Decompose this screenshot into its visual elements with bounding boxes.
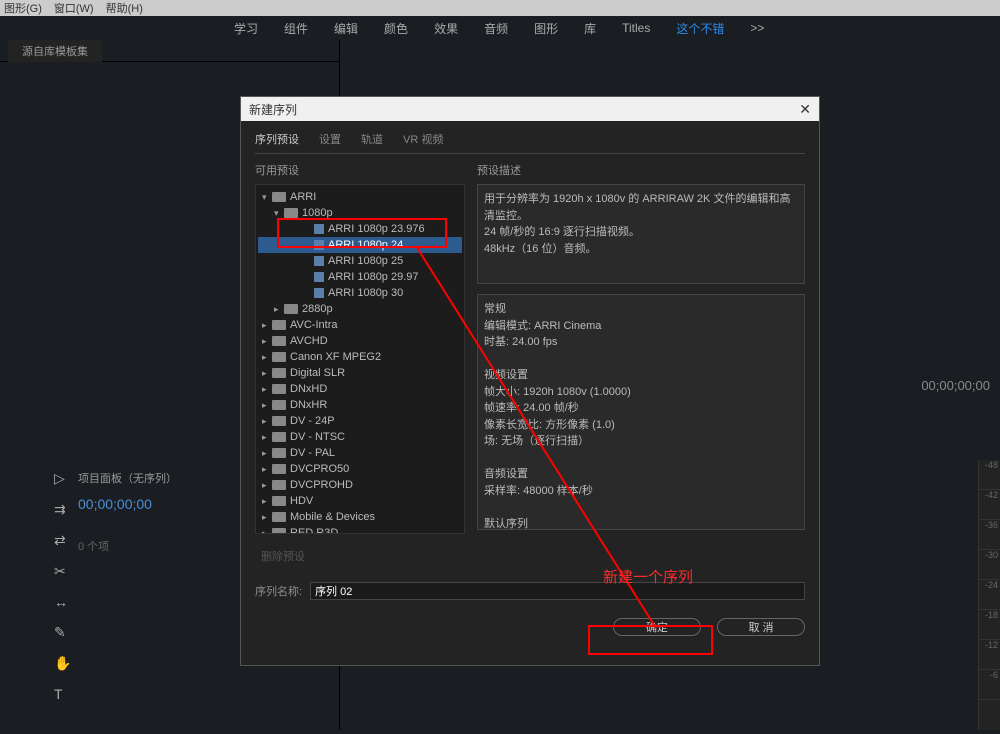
folder-icon: [272, 384, 286, 394]
program-timecode: 00;00;00;00: [921, 378, 990, 393]
tab-vr[interactable]: VR 视频: [403, 131, 443, 147]
tab-presets[interactable]: 序列预设: [255, 131, 299, 147]
slip-tool-icon[interactable]: ↔: [54, 594, 71, 610]
delete-preset-button[interactable]: 删除预设: [255, 548, 465, 564]
folder-icon: [272, 320, 286, 330]
sequence-name-input[interactable]: [310, 582, 805, 600]
tree-preset[interactable]: ARRI 1080p 25: [258, 253, 462, 269]
audio-meter: -48 -42 -36 -30 -24 -18 -12 -6: [978, 460, 1000, 730]
app-menubar[interactable]: 图形(G) 窗口(W) 帮助(H): [0, 0, 1000, 16]
tab-tracks[interactable]: 轨道: [361, 131, 383, 147]
tree-folder-arri[interactable]: ▾ARRI: [258, 189, 462, 205]
tree-folder-2880p[interactable]: ▸2880p: [258, 301, 462, 317]
tab-more[interactable]: >>: [750, 21, 764, 35]
dialog-titlebar[interactable]: 新建序列 ✕: [241, 97, 819, 121]
hand-tool-icon[interactable]: ✋: [54, 655, 71, 672]
project-item-count: 0 个项: [78, 538, 177, 554]
tree-folder[interactable]: ▸DV - PAL: [258, 445, 462, 461]
tab-titles[interactable]: Titles: [622, 21, 650, 35]
folder-icon: [272, 448, 286, 458]
preset-icon: [314, 240, 324, 250]
workspace-tabs: 学习 组件 编辑 颜色 效果 音频 图形 库 Titles 这个不错 >>: [0, 16, 1000, 40]
folder-icon: [272, 400, 286, 410]
preset-icon: [314, 288, 324, 298]
tree-folder[interactable]: ▸RED R3D: [258, 525, 462, 534]
cancel-button[interactable]: 取 消: [717, 618, 805, 636]
tree-folder[interactable]: ▸HDV: [258, 493, 462, 509]
tree-preset-selected[interactable]: ARRI 1080p 24: [258, 237, 462, 253]
folder-icon: [272, 192, 286, 202]
folder-icon: [272, 432, 286, 442]
tree-folder[interactable]: ▸DVCPROHD: [258, 477, 462, 493]
ok-button[interactable]: 确定: [613, 618, 701, 636]
close-icon[interactable]: ✕: [799, 101, 811, 118]
project-tab[interactable]: 项目面板（无序列）: [78, 470, 177, 486]
preset-icon: [314, 256, 324, 266]
project-area: 项目面板（无序列） 00;00;00;00 0 个项: [78, 470, 177, 554]
tab-library[interactable]: 库: [584, 20, 596, 37]
timeline-timecode[interactable]: 00;00;00;00: [78, 496, 177, 512]
tab-audio[interactable]: 音频: [484, 20, 508, 37]
folder-icon: [272, 416, 286, 426]
pen-tool-icon[interactable]: ✎: [54, 624, 71, 641]
tree-preset[interactable]: ARRI 1080p 30: [258, 285, 462, 301]
sequence-name-label: 序列名称:: [255, 583, 302, 599]
tab-assembly[interactable]: 组件: [284, 20, 308, 37]
new-sequence-dialog: 新建序列 ✕ 序列预设 设置 轨道 VR 视频 可用预设 ▾ARRI ▾1080…: [240, 96, 820, 666]
folder-icon: [272, 512, 286, 522]
type-tool-icon[interactable]: T: [54, 686, 71, 702]
available-presets-label: 可用预设: [255, 162, 465, 178]
tree-folder[interactable]: ▸AVCHD: [258, 333, 462, 349]
preset-icon: [314, 272, 324, 282]
folder-icon: [272, 528, 286, 534]
tab-learn[interactable]: 学习: [234, 20, 258, 37]
tree-folder[interactable]: ▸Digital SLR: [258, 365, 462, 381]
selection-tool-icon[interactable]: ▷: [54, 470, 71, 487]
dialog-title-text: 新建序列: [249, 101, 297, 118]
menu-graphics[interactable]: 图形(G): [4, 0, 42, 16]
source-tab[interactable]: 源自库模板集: [8, 40, 102, 62]
ripple-tool-icon[interactable]: ⇄: [54, 532, 71, 549]
tree-folder[interactable]: ▸DNxHR: [258, 397, 462, 413]
tree-preset[interactable]: ARRI 1080p 29.97: [258, 269, 462, 285]
tree-folder[interactable]: ▸Canon XF MPEG2: [258, 349, 462, 365]
preset-tree[interactable]: ▾ARRI ▾1080p ARRI 1080p 23.976 ARRI 1080…: [255, 184, 465, 534]
folder-icon: [272, 336, 286, 346]
menu-help[interactable]: 帮助(H): [106, 0, 143, 16]
folder-icon: [284, 304, 298, 314]
preset-details: 常规 编辑模式: ARRI Cinema 时基: 24.00 fps 视频设置 …: [477, 294, 805, 530]
folder-icon: [272, 368, 286, 378]
toolbar: ▷ ⇉ ⇄ ✂ ↔ ✎ ✋ T: [54, 470, 71, 702]
tab-settings[interactable]: 设置: [319, 131, 341, 147]
tree-folder-1080p[interactable]: ▾1080p: [258, 205, 462, 221]
folder-icon: [272, 352, 286, 362]
tree-folder[interactable]: ▸AVC-Intra: [258, 317, 462, 333]
folder-icon: [272, 480, 286, 490]
tree-folder[interactable]: ▸DV - NTSC: [258, 429, 462, 445]
tab-edit[interactable]: 编辑: [334, 20, 358, 37]
tab-custom-active[interactable]: 这个不错: [676, 20, 724, 37]
tree-preset[interactable]: ARRI 1080p 23.976: [258, 221, 462, 237]
tab-effects[interactable]: 效果: [434, 20, 458, 37]
preset-icon: [314, 224, 324, 234]
tree-folder[interactable]: ▸DVCPRO50: [258, 461, 462, 477]
tree-folder[interactable]: ▸DNxHD: [258, 381, 462, 397]
tab-color[interactable]: 颜色: [384, 20, 408, 37]
folder-icon: [272, 464, 286, 474]
folder-icon: [272, 496, 286, 506]
menu-window[interactable]: 窗口(W): [54, 0, 94, 16]
folder-icon: [284, 208, 298, 218]
razor-tool-icon[interactable]: ✂: [54, 563, 71, 580]
preset-description: 用于分辨率为 1920h x 1080v 的 ARRIRAW 2K 文件的编辑和…: [477, 184, 805, 284]
tab-graphics[interactable]: 图形: [534, 20, 558, 37]
preset-description-label: 预设描述: [477, 162, 805, 178]
track-select-tool-icon[interactable]: ⇉: [54, 501, 71, 518]
dialog-tabs: 序列预设 设置 轨道 VR 视频: [255, 131, 805, 154]
tree-folder[interactable]: ▸DV - 24P: [258, 413, 462, 429]
tree-folder[interactable]: ▸Mobile & Devices: [258, 509, 462, 525]
